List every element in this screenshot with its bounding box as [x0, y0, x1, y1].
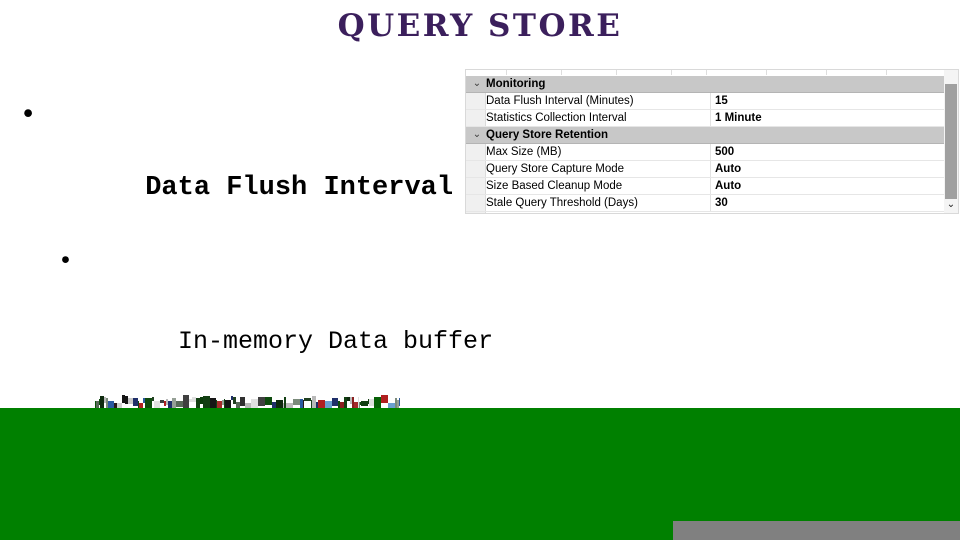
- sliver-tick: [886, 70, 887, 75]
- property-grid-row[interactable]: Query Store Capture Mode Auto: [466, 161, 944, 178]
- property-grid-rows: ⌄ Monitoring Data Flush Interval (Minutes)…: [466, 76, 944, 213]
- chevron-down-icon[interactable]: ⌄: [470, 127, 484, 143]
- slide-canvas: QUERY STORE • Data Flush Interval • In-m…: [0, 0, 960, 540]
- property-name: Statistics Collection Interval: [486, 112, 627, 124]
- noise-fragment: [304, 398, 311, 401]
- property-value[interactable]: 30: [715, 195, 728, 211]
- sliver-tick: [561, 70, 562, 75]
- column-divider: [710, 178, 711, 194]
- property-name: Data Flush Interval (Minutes): [486, 95, 634, 107]
- property-value[interactable]: 1 Minute: [715, 110, 762, 126]
- list-item: • In-memory Data buffer: [8, 242, 938, 402]
- property-name: Monitoring: [486, 78, 546, 90]
- property-grid-row[interactable]: Stale Query Threshold (Days) 30: [466, 195, 944, 212]
- column-divider: [710, 93, 711, 109]
- bullet-marker: •: [58, 247, 74, 276]
- sliver-tick: [671, 70, 672, 75]
- noise-fragment: [399, 398, 400, 406]
- query-store-property-grid[interactable]: ⌄ Monitoring Data Flush Interval (Minutes)…: [466, 70, 958, 213]
- decorative-gray-bar: [673, 521, 960, 540]
- page-title: QUERY STORE: [337, 8, 623, 44]
- property-grid-category-row[interactable]: ⌄ Query Store Retention: [466, 127, 944, 144]
- sliver-tick: [766, 70, 767, 75]
- property-grid-category-row[interactable]: ⌄ Monitoring: [466, 76, 944, 93]
- noise-fragment: [276, 400, 283, 408]
- property-name: Max Size (MB): [486, 146, 562, 158]
- noise-fragment: [176, 401, 183, 407]
- property-value[interactable]: Auto: [715, 178, 741, 194]
- column-divider: [710, 127, 711, 143]
- chevron-down-icon[interactable]: ⌄: [944, 199, 958, 213]
- noise-fragment: [258, 397, 265, 406]
- property-grid-row[interactable]: Size Based Cleanup Mode Auto: [466, 178, 944, 195]
- property-grid-scrollbar[interactable]: ⌄: [944, 70, 958, 213]
- sliver-tick: [506, 70, 507, 75]
- property-value[interactable]: 500: [715, 144, 734, 160]
- chevron-down-icon[interactable]: ⌄: [470, 76, 484, 92]
- column-divider: [710, 161, 711, 177]
- property-grid-row[interactable]: Statistics Collection Interval 1 Minute: [466, 110, 944, 127]
- column-divider: [710, 110, 711, 126]
- property-grid-row[interactable]: Data Flush Interval (Minutes) 15: [466, 93, 944, 110]
- column-divider: [710, 195, 711, 211]
- sliver-tick: [616, 70, 617, 75]
- sliver-tick: [706, 70, 707, 75]
- column-divider: [710, 76, 711, 92]
- sliver-tick: [826, 70, 827, 75]
- property-name: Query Store Retention: [486, 129, 609, 141]
- scrollbar-thumb[interactable]: [945, 84, 957, 199]
- property-name: Size Based Cleanup Mode: [486, 180, 623, 192]
- noise-fragment: [293, 399, 300, 405]
- list-item-label: In-memory Data buffer: [178, 327, 494, 356]
- property-grid-row[interactable]: Max Size (MB) 500: [466, 144, 944, 161]
- noise-fragment: [183, 395, 189, 409]
- noise-fragment: [381, 395, 388, 403]
- property-value[interactable]: 15: [715, 93, 728, 109]
- property-name: Query Store Capture Mode: [486, 163, 625, 175]
- noise-fragment: [265, 397, 272, 405]
- column-divider: [710, 144, 711, 160]
- bullet-marker: •: [20, 101, 37, 131]
- list-item-label: Data Flush Interval: [145, 173, 454, 203]
- property-value[interactable]: Auto: [715, 161, 741, 177]
- property-name: Stale Query Threshold (Days): [486, 197, 638, 209]
- noise-fragment: [361, 401, 368, 406]
